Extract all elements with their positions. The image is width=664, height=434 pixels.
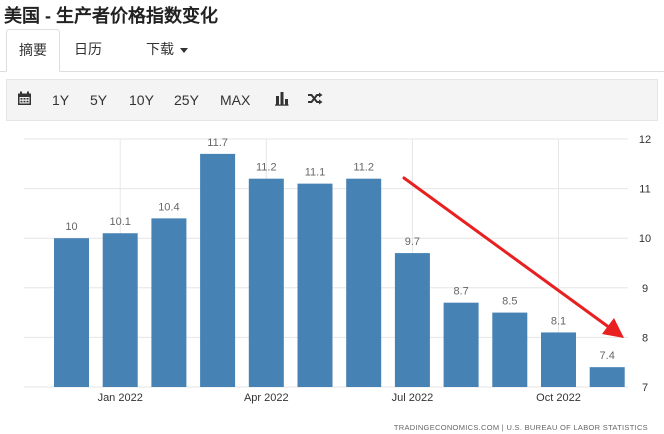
tab-download-label: 下载	[146, 41, 174, 57]
source-credit: TRADINGECONOMICS.COM | U.S. BUREAU OF LA…	[394, 423, 648, 432]
bar	[102, 233, 138, 387]
y-tick-label: 12	[639, 134, 651, 146]
range-max-button[interactable]: MAX	[220, 80, 250, 120]
tab-summary-label: 摘要	[19, 42, 47, 58]
trend-arrow-head	[602, 318, 624, 338]
x-tick-label: Apr 2022	[244, 392, 289, 404]
tab-calendar[interactable]: 日历	[74, 29, 102, 70]
range-5y-button[interactable]: 5Y	[90, 80, 107, 120]
bar-value-label: 8.5	[502, 296, 517, 308]
y-tick-label: 9	[642, 283, 648, 295]
y-tick-label: 10	[639, 233, 651, 245]
calendar-icon[interactable]	[17, 91, 32, 111]
bar-value-label: 10	[65, 221, 77, 233]
y-tick-label: 7	[642, 382, 648, 394]
shuffle-icon[interactable]	[307, 91, 323, 111]
bar-chart-icon[interactable]	[274, 91, 289, 111]
chart-toolbar: 1Y 5Y 10Y 25Y MAX	[6, 79, 658, 121]
x-tick-label: Jul 2022	[392, 392, 434, 404]
bar	[248, 178, 284, 387]
range-1y-button[interactable]: 1Y	[52, 80, 69, 120]
x-tick-label: Jan 2022	[98, 392, 143, 404]
bar-value-label: 9.7	[405, 236, 420, 248]
bar-value-label: 8.1	[551, 315, 566, 327]
bar-value-label: 11.2	[256, 162, 277, 174]
title-bar: 美国 - 生产者价格指数变化	[0, 0, 664, 28]
bar	[151, 218, 187, 387]
tab-summary[interactable]: 摘要	[6, 29, 60, 72]
bar-value-label: 10.4	[158, 201, 179, 213]
x-tick-label: Oct 2022	[536, 392, 581, 404]
bar	[443, 302, 479, 387]
bar	[492, 312, 528, 387]
bar	[589, 367, 625, 387]
bar-value-label: 10.1	[109, 216, 130, 228]
bar	[394, 253, 430, 387]
y-tick-label: 8	[642, 332, 648, 344]
page-title: 美国 - 生产者价格指数变化	[4, 6, 218, 26]
bar-value-label: 11.1	[305, 167, 326, 179]
bar-value-label: 11.7	[207, 137, 228, 149]
bar	[54, 238, 89, 387]
tab-calendar-label: 日历	[74, 41, 102, 57]
bar	[297, 183, 333, 387]
bar-value-label: 11.2	[353, 162, 374, 174]
bar-value-label: 8.7	[453, 286, 468, 298]
y-tick-label: 11	[639, 184, 650, 196]
bar	[541, 332, 576, 387]
tab-bar: 摘要 日历 下载	[0, 29, 664, 72]
tab-download[interactable]: 下载	[146, 29, 188, 70]
bar	[200, 153, 236, 387]
range-25y-button[interactable]: 25Y	[174, 80, 199, 120]
bar	[346, 178, 382, 387]
ppi-bar-chart: 7 8 9 10 11 12 Jan 2022 Apr 2022 Jul 2022 Oct 202…	[24, 134, 651, 432]
range-10y-button[interactable]: 10Y	[129, 80, 154, 120]
caret-down-icon	[180, 47, 188, 53]
bar-value-label: 7.4	[600, 350, 615, 362]
